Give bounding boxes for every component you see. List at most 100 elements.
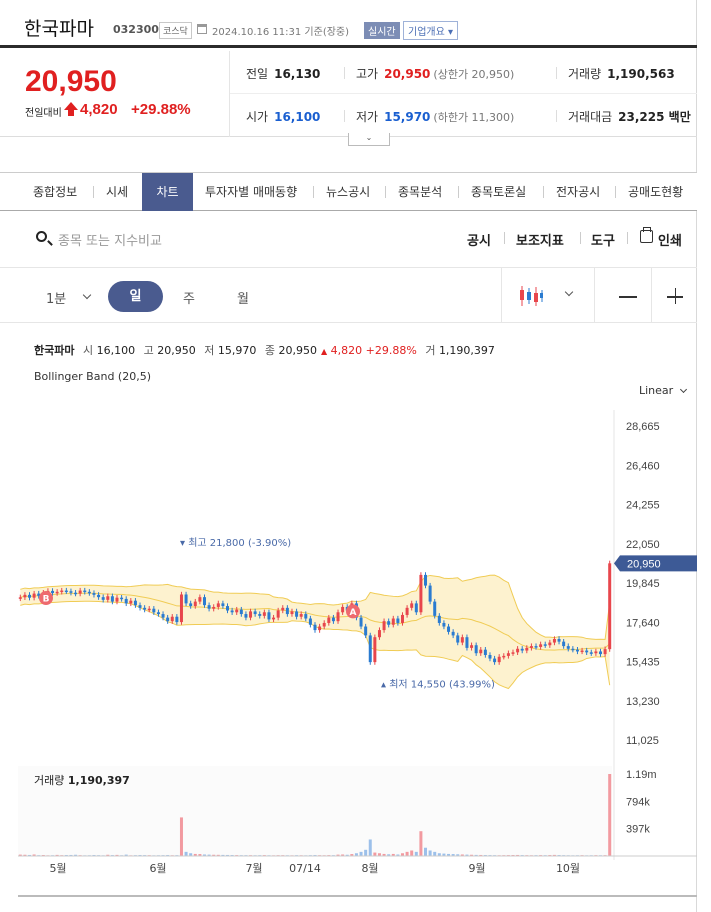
expand-summary-button[interactable]: ⌄ (348, 133, 390, 146)
zoom-out-button[interactable] (619, 296, 637, 298)
candle-body (226, 606, 230, 611)
search-icon[interactable] (36, 231, 47, 242)
column-separator (344, 110, 345, 122)
tab-filings[interactable]: 전자공시 (556, 173, 600, 211)
print-button[interactable]: 인쇄 (658, 230, 682, 249)
period-month-button[interactable]: 월 (237, 288, 249, 307)
x-tick-label: 07/14 (289, 862, 321, 875)
tab-analysis[interactable]: 종목분석 (398, 173, 442, 211)
volume-bar (364, 849, 368, 856)
candle-body (290, 611, 294, 615)
bollinger-band-label[interactable]: Bollinger Band (20,5) (34, 370, 151, 383)
candle-body (548, 642, 552, 646)
column-separator (344, 67, 345, 79)
chevron-down-icon[interactable] (564, 287, 574, 297)
scale-select[interactable]: Linear (639, 384, 687, 397)
company-info-button[interactable]: 기업개요 ▾ (403, 21, 458, 40)
candlestick-type-icon[interactable] (518, 284, 544, 308)
tab-separator (615, 186, 616, 198)
candle-body (299, 614, 303, 617)
candle-body (520, 648, 524, 651)
chevron-down-icon[interactable] (82, 290, 92, 300)
tab-news[interactable]: 뉴스공시 (326, 173, 370, 211)
candle-body (216, 603, 220, 607)
info-volume-label: 거 (425, 344, 436, 357)
info-open-label: 시 (82, 344, 94, 357)
candle-body (198, 597, 202, 602)
candle-body (557, 638, 561, 642)
candle-body (318, 626, 322, 631)
candle-body (207, 605, 211, 609)
y-tick-label: 17,640 (626, 617, 660, 629)
as-of-time: 2024.10.16 11:31 기준(장중) (212, 27, 350, 38)
row-separator (501, 268, 502, 323)
tab-short-selling[interactable]: 공매도현황 (628, 173, 683, 211)
tab-overview[interactable]: 종합정보 (33, 173, 77, 211)
candle-body (493, 658, 497, 663)
realtime-badge[interactable]: 실시간 (364, 22, 400, 39)
volume-tick-label: 1.19m (626, 769, 657, 781)
volume-label: 거래량 (34, 774, 65, 787)
candle-body (239, 609, 243, 615)
candle-body (396, 618, 400, 623)
up-triangle-icon: ▲ (320, 347, 328, 356)
price-chart[interactable]: 28,665 26,460 24,255 22,050 19,845 17,640 15,4… (0, 400, 697, 892)
info-change-pct: +29.88% (365, 344, 417, 357)
period-day-button[interactable]: 일 (108, 281, 163, 312)
info-close: 20,950 (278, 344, 317, 357)
tab-quotes[interactable]: 시세 (106, 173, 128, 211)
x-tick-label: 9월 (468, 862, 485, 875)
candle-body (377, 630, 381, 638)
candle-body (428, 585, 432, 602)
candle-body (460, 637, 464, 643)
info-high-label: 고 (143, 344, 154, 357)
candle-body (529, 646, 533, 648)
candle-body (221, 603, 225, 607)
disclosure-button[interactable]: 공시 (467, 230, 491, 249)
candle-body (391, 618, 395, 625)
y-tick-label: 22,050 (626, 539, 660, 551)
candle-body (92, 593, 96, 595)
candle-body (331, 617, 335, 622)
candle-body (179, 594, 183, 623)
candle-body (276, 610, 280, 618)
market-badge: 코스닥 (159, 22, 192, 39)
compare-search-input[interactable]: 종목 또는 지수비교 (58, 230, 162, 249)
stat-high: 고가 20,950 (상한가 20,950) (356, 65, 514, 82)
candle-body (506, 653, 510, 656)
tool-separator (504, 232, 505, 244)
candle-body (51, 590, 55, 594)
scrollbar-track[interactable] (18, 895, 697, 897)
period-week-button[interactable]: 주 (183, 288, 195, 307)
price-summary: 20,950 전일대비 4,820 +29.88% 전일 16,130 고가 20,… (0, 51, 697, 137)
candle-body (156, 612, 160, 615)
volume-value: 1,190,397 (67, 774, 130, 787)
candle-body (304, 614, 308, 619)
candle-body (511, 652, 515, 654)
candle-body (235, 609, 239, 613)
candle-body (110, 596, 114, 602)
indicators-button[interactable]: 보조지표 (516, 230, 564, 249)
candle-body (32, 593, 36, 598)
candle-body (106, 596, 110, 600)
printer-icon[interactable] (640, 227, 653, 243)
info-volume: 1,190,397 (438, 344, 495, 357)
tab-chart[interactable]: 차트 (142, 173, 193, 211)
tab-discussion[interactable]: 종목토론실 (471, 173, 526, 211)
tools-button[interactable]: 도구 (591, 230, 615, 249)
stat-value: 16,100 (274, 110, 321, 124)
candle-body (69, 591, 73, 593)
stat-label: 전일 (246, 67, 269, 81)
volume-bar (428, 850, 432, 856)
period-minute-select[interactable]: 1분 (46, 288, 66, 307)
tab-investor-trading[interactable]: 투자자별 매매동향 (205, 173, 297, 211)
candle-body (244, 614, 248, 618)
x-tick-label: 10월 (556, 862, 580, 875)
candle-body (138, 605, 142, 608)
buy-marker-label: B (43, 595, 50, 605)
last-price-label: 20,950 (627, 558, 661, 570)
x-tick-label: 7월 (245, 862, 262, 875)
stat-amount: 거래대금 23,225 백만 (568, 108, 691, 125)
candle-body (97, 594, 101, 598)
candle-body (23, 594, 27, 598)
